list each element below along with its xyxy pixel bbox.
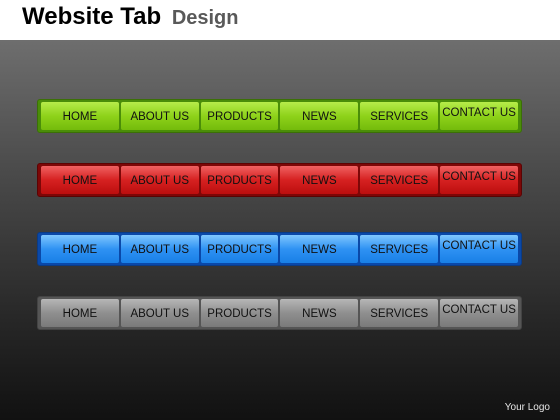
tab-products[interactable]: PRODUCTS [200,166,279,194]
tab-news[interactable]: NEWS [280,102,359,130]
tab-about-us[interactable]: ABOUT US [120,299,199,327]
tab-home[interactable]: HOME [41,102,119,130]
title-sub: Design [171,7,239,29]
tab-bar-green: HOME ABOUT US PRODUCTS NEWS SERVICES CON… [37,99,522,133]
tab-contact-us[interactable]: CONTACT US [440,166,518,194]
slide: Website Tab Design HOME ABOUT US PRODUCT… [0,0,560,420]
tab-services[interactable]: SERVICES [360,299,439,327]
tab-news[interactable]: NEWS [280,166,359,194]
tab-news[interactable]: NEWS [280,235,359,263]
tab-bar-red: HOME ABOUT US PRODUCTS NEWS SERVICES CON… [37,163,522,197]
stage-background: HOME ABOUT US PRODUCTS NEWS SERVICES CON… [0,40,560,420]
tab-products[interactable]: PRODUCTS [200,235,279,263]
tab-about-us[interactable]: ABOUT US [120,102,199,130]
tab-contact-us[interactable]: CONTACT US [440,299,518,327]
tab-products[interactable]: PRODUCTS [200,102,279,130]
footer-logo-text: Your Logo [504,402,550,413]
tab-contact-us[interactable]: CONTACT US [440,102,518,130]
tab-services[interactable]: SERVICES [360,166,439,194]
tab-home[interactable]: HOME [41,299,119,327]
title-main: Website Tab [22,3,162,30]
tab-news[interactable]: NEWS [280,299,359,327]
tab-bar-gray: HOME ABOUT US PRODUCTS NEWS SERVICES CON… [37,296,522,330]
tab-services[interactable]: SERVICES [360,235,439,263]
tab-about-us[interactable]: ABOUT US [120,235,199,263]
tab-home[interactable]: HOME [41,235,119,263]
tab-about-us[interactable]: ABOUT US [120,166,199,194]
tab-contact-us[interactable]: CONTACT US [440,235,518,263]
page-title: Website Tab Design [22,3,239,31]
header: Website Tab Design [0,0,560,40]
tab-home[interactable]: HOME [41,166,119,194]
tab-services[interactable]: SERVICES [360,102,439,130]
tab-products[interactable]: PRODUCTS [200,299,279,327]
tab-bar-blue: HOME ABOUT US PRODUCTS NEWS SERVICES CON… [37,232,522,266]
